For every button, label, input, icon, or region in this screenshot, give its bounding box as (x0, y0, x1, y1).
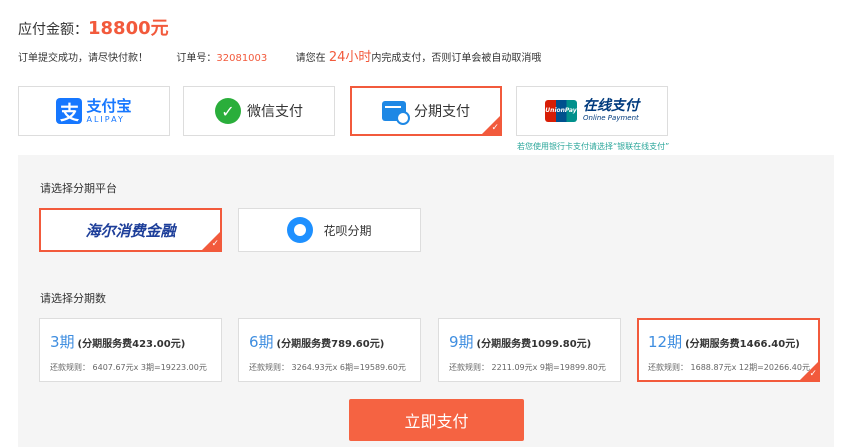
term-fee: (分期服务费423.00元) (77, 339, 186, 350)
term-option-9[interactable]: 9期 (分期服务费1099.80元) 还款规则： 2211.09元x 9期=198… (438, 318, 621, 382)
pay-method-installment[interactable]: 分期支付 ✓ (350, 86, 502, 136)
amount-label: 应付金额： (18, 22, 88, 38)
huabei-label: 花呗分期 (323, 223, 372, 238)
term-fee: (分期服务费1099.80元) (476, 339, 592, 350)
unionpay-label: 在线支付 (583, 98, 639, 115)
pay-method-unionpay[interactable]: UnionPay 在线支付 Online Payment (516, 86, 668, 136)
deadline-post: 内完成支付，否则订单会被自动取消哦 (371, 53, 542, 64)
pay-now-button[interactable]: 立即支付 (349, 399, 524, 441)
huabei-icon (287, 217, 314, 243)
platform-haier[interactable]: 海尔消费金融 ✓ (39, 208, 222, 252)
alipay-icon: 支 (56, 98, 83, 124)
deadline-pre: 请您在 (295, 53, 326, 64)
pay-method-alipay[interactable]: 支 支付宝 ALIPAY (18, 86, 170, 136)
order-number: 32081003 (216, 53, 268, 64)
installment-label: 分期支付 (414, 104, 470, 120)
check-icon: ✓ (491, 123, 499, 133)
check-icon: ✓ (809, 369, 817, 379)
pay-method-wechat[interactable]: ✓ 微信支付 (183, 86, 335, 136)
wechat-label: 微信支付 (247, 104, 303, 120)
term-fee: (分期服务费789.60元) (276, 339, 385, 350)
unionpay-tip: 若您使用银行卡支付请选择“银联在线支付” (517, 142, 670, 151)
haier-logo: 海尔消费金融 (85, 221, 176, 240)
term-rule: 还款规则： 6407.67元x 3期=19223.00元 (50, 363, 207, 372)
terms-title: 请选择分期数 (40, 292, 106, 305)
alipay-label: 支付宝 (86, 96, 132, 115)
alipay-en-label: ALIPAY (86, 114, 125, 124)
term-rule: 还款规则： 3264.93元x 6期=19589.60元 (249, 363, 406, 372)
unionpay-icon: UnionPay (545, 99, 577, 122)
platform-huabei[interactable]: 花呗分期 (238, 208, 421, 252)
order-label: 订单号： (176, 53, 217, 64)
term-option-6[interactable]: 6期 (分期服务费789.60元) 还款规则： 3264.93元x 6期=1958… (238, 318, 421, 382)
term-rule: 还款规则： 1688.87元x 12期=20266.40元 (648, 363, 810, 372)
term-count: 3期 (50, 333, 75, 351)
unionpay-en-label: Online Payment (583, 113, 639, 122)
amount-line: 应付金额：18800元 (18, 14, 169, 40)
order-info: 订单提交成功，请尽快付款！ 订单号：32081003 请您在 24小时内完成支付… (18, 46, 541, 65)
term-rule: 还款规则： 2211.09元x 9期=19899.80元 (449, 363, 606, 372)
installment-card-icon (382, 101, 410, 125)
term-fee: (分期服务费1466.40元) (685, 339, 800, 350)
alipay-logo: 支 支付宝 ALIPAY (56, 96, 132, 124)
term-option-12[interactable]: 12期 (分期服务费1466.40元) 还款规则： 1688.87元x 12期=2… (637, 318, 820, 382)
term-count: 6期 (249, 333, 274, 351)
wechat-pay-icon: ✓ (215, 98, 241, 124)
check-icon: ✓ (211, 239, 219, 249)
platform-title: 请选择分期平台 (40, 182, 117, 195)
amount-value: 18800元 (88, 18, 169, 39)
submit-message: 订单提交成功，请尽快付款！ (18, 53, 148, 64)
term-option-3[interactable]: 3期 (分期服务费423.00元) 还款规则： 6407.67元x 3期=1922… (39, 318, 222, 382)
term-count: 9期 (449, 333, 474, 351)
deadline-hours: 24小时 (328, 50, 372, 65)
term-count: 12期 (648, 333, 683, 351)
